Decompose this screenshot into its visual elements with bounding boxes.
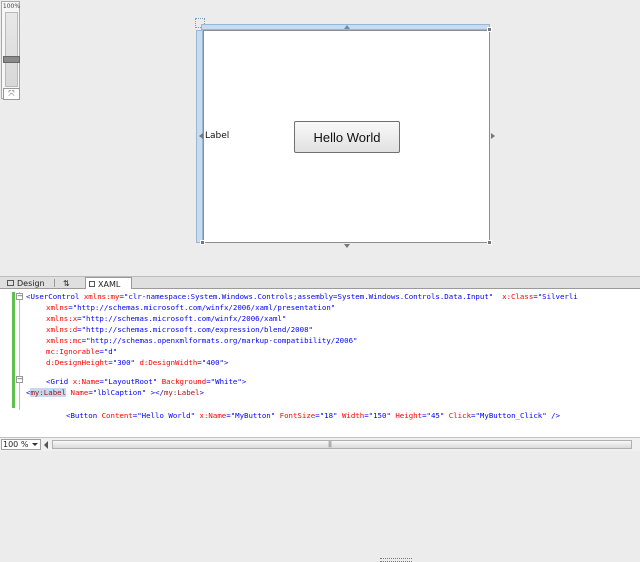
view-tab-strip: Design ⇅ XAML [0, 276, 640, 562]
label-control[interactable]: Label [205, 131, 229, 141]
design-view-icon [7, 280, 14, 286]
code-token: "http://schemas.openxmlformats.org/marku… [86, 336, 358, 345]
code-token: x:Name [195, 411, 227, 420]
code-token: /> [546, 411, 561, 420]
zoom-level-label: 100% [2, 3, 21, 10]
code-token: d:DesignWidth [135, 358, 198, 367]
code-token: FontSize [275, 411, 316, 420]
chevron-down-icon [32, 443, 38, 446]
code-token: ></ [146, 388, 164, 397]
code-token: "d" [103, 347, 118, 356]
zoom-slider[interactable]: 100% ⤧ [1, 1, 21, 100]
swap-panes-icon: ⇅ [63, 278, 70, 288]
code-token: x:Name [72, 377, 100, 386]
collapse-grid-icon[interactable]: − [16, 376, 23, 383]
code-token: "http://schemas.microsoft.com/winfx/2006… [72, 303, 336, 312]
selected-code-token[interactable]: my:Label [30, 388, 67, 397]
resize-arrow-right-icon[interactable] [491, 133, 495, 139]
code-line: xmlns:x="http://schemas.microsoft.com/wi… [46, 313, 286, 324]
tab-design-label: Design [17, 278, 45, 288]
resize-arrow-bottom-icon[interactable] [344, 244, 350, 248]
scrollbar-thumb[interactable]: ||| [52, 440, 632, 449]
code-token: "Silverli [537, 292, 578, 301]
code-token: xmlns:d [46, 325, 78, 334]
zoom-slider-thumb[interactable] [3, 56, 20, 63]
zoom-slider-track[interactable] [5, 12, 18, 87]
code-token: mc:Ignorable [46, 347, 100, 356]
code-line: xmlns="http://schemas.microsoft.com/winf… [46, 302, 335, 313]
horizontal-scrollbar[interactable]: ||| [44, 440, 640, 450]
code-token: "http://schemas.microsoft.com/winfx/2006… [81, 314, 287, 323]
code-token: Click [444, 411, 472, 420]
xaml-code-editor[interactable]: − − <UserControl xmlns:my="clr-namespace… [0, 289, 640, 437]
xaml-view-icon [89, 281, 95, 287]
code-line: <UserControl xmlns:my="clr-namespace:Sys… [26, 291, 578, 302]
resize-handle-top-right[interactable] [487, 27, 492, 32]
code-token: > [224, 358, 229, 367]
code-line: <my:Label Name="lblCaption" ></my:Label> [26, 387, 204, 398]
zoom-dropdown-value: 100 % [3, 440, 29, 449]
code-token: "LayoutRoot" [103, 377, 158, 386]
code-token: <Button [66, 411, 102, 420]
hello-world-button[interactable]: Hello World [294, 121, 400, 153]
code-token: "18" [319, 411, 338, 420]
code-line: <Button Content="Hello World" x:Name="My… [66, 410, 560, 421]
change-tracking-bar [12, 292, 15, 408]
code-token: > [199, 388, 205, 397]
design-surface[interactable]: 100% ⤧ Label Hello World [0, 0, 640, 273]
code-token: "300" [112, 358, 135, 367]
fit-to-screen-icon[interactable]: ⤧ [3, 88, 20, 100]
code-token: my:Label [163, 388, 200, 397]
code-token: xmlns:mc [46, 336, 82, 345]
resize-handle-bottom-left[interactable] [200, 240, 205, 245]
column-marker-icon [344, 25, 350, 29]
code-token: Width [337, 411, 365, 420]
code-token: Name [66, 388, 89, 397]
collapse-usercontrol-icon[interactable]: − [16, 293, 23, 300]
code-token: "lblCaption" [92, 388, 147, 397]
tab-design[interactable]: Design [4, 277, 48, 289]
scroll-left-icon[interactable] [44, 441, 48, 449]
scrollbar-grip-icon: ||| [328, 441, 332, 448]
code-token: "White" [210, 377, 242, 386]
swap-panes-button[interactable]: ⇅ [60, 277, 76, 289]
code-line: <Grid x:Name="LayoutRoot" Background="Wh… [46, 376, 246, 387]
code-token: "MyButton_Click" [475, 411, 547, 420]
code-token: Content [101, 411, 133, 420]
code-token: <Grid [46, 377, 73, 386]
tab-xaml-label: XAML [98, 279, 121, 289]
code-token: xmlns [46, 303, 69, 312]
code-token: <UserControl [26, 292, 84, 301]
code-token: "400" [201, 358, 224, 367]
splitter-grip[interactable] [380, 558, 412, 562]
code-token: Height [390, 411, 423, 420]
code-token: "http://schemas.microsoft.com/expression… [81, 325, 313, 334]
resize-arrow-left-icon[interactable] [199, 133, 203, 139]
code-token: "MyButton" [230, 411, 276, 420]
code-token: "150" [368, 411, 391, 420]
code-token: x:Class [493, 292, 534, 301]
code-token: "clr-namespace:System.Windows.Controls;a… [123, 292, 494, 301]
code-token: xmlns:x [46, 314, 78, 323]
code-line: xmlns:d="http://schemas.microsoft.com/ex… [46, 324, 313, 335]
code-token: "Hello World" [137, 411, 196, 420]
code-token: > [241, 377, 247, 386]
editor-status-bar: 100 % ||| [0, 437, 640, 451]
code-line: d:DesignHeight="300" d:DesignWidth="400"… [46, 357, 228, 368]
zoom-dropdown[interactable]: 100 % [1, 439, 41, 450]
code-token: xmlns:my [83, 292, 120, 301]
resize-handle-bottom-right[interactable] [487, 240, 492, 245]
code-line: xmlns:mc="http://schemas.openxmlformats.… [46, 335, 357, 346]
code-token: Background [157, 377, 207, 386]
outlining-line [19, 292, 20, 410]
code-token: "45" [426, 411, 445, 420]
code-token: d:DesignHeight [46, 358, 109, 367]
code-line: mc:Ignorable="d" [46, 346, 117, 357]
tab-separator [54, 279, 55, 287]
